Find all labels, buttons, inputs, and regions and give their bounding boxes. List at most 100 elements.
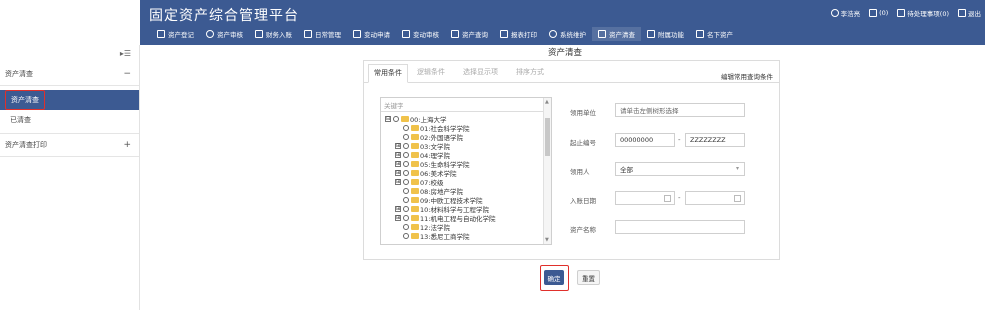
- scroll-down-icon[interactable]: ▼: [545, 237, 549, 243]
- home-icon: [598, 30, 606, 38]
- todo-icon: [897, 9, 906, 17]
- confirm-button[interactable]: 确定: [544, 270, 564, 285]
- tab-common[interactable]: 常用条件: [368, 64, 408, 83]
- folder-icon: [411, 133, 419, 140]
- divider: [0, 156, 139, 157]
- collapse-icon[interactable]: ▸☰: [120, 49, 131, 58]
- tree-expand-icon: [395, 134, 401, 140]
- nav-maintain[interactable]: 系统维护: [543, 27, 592, 41]
- tree-expand-icon[interactable]: ⊞: [395, 178, 401, 185]
- folder-icon: [411, 187, 419, 194]
- sidebar-group-inventory-print[interactable]: 资产清查打印 +: [0, 135, 139, 155]
- code-to-input[interactable]: ZZZZZZZZ: [685, 133, 745, 147]
- folder-icon: [411, 169, 419, 176]
- nav-change-apply[interactable]: 变动申请: [347, 27, 396, 41]
- tree-expand-icon[interactable]: ⊟: [385, 115, 391, 122]
- tree-node[interactable]: 13:悉尼工商学院: [395, 231, 469, 241]
- calendar-icon[interactable]: [664, 195, 671, 202]
- name-label: 资产名称: [570, 226, 596, 234]
- tree-expand-icon[interactable]: ⊞: [395, 214, 401, 221]
- scroll-up-icon[interactable]: ▲: [545, 99, 549, 105]
- code-separator: -: [678, 136, 681, 144]
- asset-name-input[interactable]: [615, 220, 745, 234]
- sidebar-item-inventory[interactable]: 资产清查: [0, 90, 139, 110]
- page-title: 资产清查: [548, 48, 583, 58]
- tree-expand-icon[interactable]: ⊞: [395, 169, 401, 176]
- sidebar-item-checked[interactable]: 已清查: [0, 110, 139, 130]
- query-panel: 常用条件 逻辑条件 选择显示项 排序方式 编辑常用查询条件 关键字 ⊟ 00:上海…: [363, 60, 780, 260]
- nav-inventory[interactable]: 资产清查: [592, 27, 641, 41]
- date-to-input[interactable]: [685, 191, 745, 205]
- nav-register[interactable]: 资产登记: [151, 27, 200, 41]
- radio-icon[interactable]: [403, 187, 409, 194]
- nav-finance[interactable]: 财务入账: [249, 27, 298, 41]
- edit-common-conditions-link[interactable]: 编辑常用查询条件: [721, 71, 773, 81]
- radio-icon[interactable]: [393, 115, 399, 122]
- radio-icon[interactable]: [403, 214, 409, 221]
- user-icon: [830, 9, 839, 17]
- tree-search-input[interactable]: 关键字: [381, 98, 551, 112]
- chevron-down-icon: ▾: [735, 165, 739, 172]
- nav-daily[interactable]: 日常管理: [298, 27, 347, 41]
- scroll-thumb[interactable]: [545, 118, 550, 156]
- nav-extra[interactable]: 附属功能: [641, 27, 690, 41]
- tree-expand-icon[interactable]: ⊞: [395, 142, 401, 149]
- reset-button[interactable]: 重置: [577, 270, 600, 285]
- tree-scrollbar[interactable]: ▲ ▼: [543, 98, 551, 244]
- user-label: 领用人: [570, 168, 590, 176]
- dept-input[interactable]: 请单击左侧树形选择: [615, 103, 745, 117]
- radio-icon[interactable]: [403, 133, 409, 140]
- folder-icon: [401, 115, 409, 122]
- confirm-highlight: 确定: [540, 265, 569, 291]
- nav-my-assets[interactable]: 名下资产: [690, 27, 739, 41]
- folder-icon: [411, 196, 419, 203]
- top-header: 固定资产综合管理平台 李浩亮 (0) 待处理事项(0) 退出 资产登记 资产审核…: [0, 0, 985, 45]
- date-label: 入账日期: [570, 197, 596, 205]
- folder-icon: [411, 223, 419, 230]
- nav-change-audit[interactable]: 变动审核: [396, 27, 445, 41]
- radio-icon[interactable]: [403, 178, 409, 185]
- tree-expand-icon[interactable]: ⊞: [395, 151, 401, 158]
- folder-icon: [411, 151, 419, 158]
- tree-expand-icon[interactable]: ⊞: [395, 205, 401, 212]
- expand-sign-icon: +: [123, 140, 131, 150]
- radio-icon[interactable]: [403, 142, 409, 149]
- radio-icon[interactable]: [403, 124, 409, 131]
- tab-display[interactable]: 选择显示项: [463, 67, 498, 77]
- top-right-toolbar: 李浩亮 (0) 待处理事项(0) 退出: [830, 8, 981, 18]
- nav-print[interactable]: 报表打印: [494, 27, 543, 41]
- code-from-input[interactable]: 00000000: [615, 133, 675, 147]
- nav-query[interactable]: 资产查询: [445, 27, 494, 41]
- logout-link[interactable]: 退出: [958, 8, 981, 18]
- folder-icon: [411, 214, 419, 221]
- mail-icon: [869, 9, 878, 17]
- print-icon: [500, 30, 508, 38]
- mail-link[interactable]: (0): [869, 9, 888, 17]
- tab-sort[interactable]: 排序方式: [516, 67, 544, 77]
- condition-tabs: 常用条件 逻辑条件 选择显示项 排序方式 编辑常用查询条件: [364, 61, 779, 83]
- query-icon: [451, 30, 459, 38]
- divider: [0, 85, 139, 86]
- user-select[interactable]: 全部 ▾: [615, 162, 745, 176]
- divider: [0, 133, 139, 134]
- date-from-input[interactable]: [615, 191, 675, 205]
- main-nav: 资产登记 资产审核 财务入账 日常管理 变动申请 变动审核 资产查询 报表打印 …: [151, 27, 739, 41]
- calendar-icon[interactable]: [734, 195, 741, 202]
- app-title: 固定资产综合管理平台: [149, 8, 299, 24]
- tab-logic[interactable]: 逻辑条件: [417, 67, 445, 77]
- radio-icon[interactable]: [403, 169, 409, 176]
- radio-icon[interactable]: [403, 223, 409, 230]
- radio-icon[interactable]: [403, 196, 409, 203]
- radio-icon[interactable]: [403, 160, 409, 167]
- sidebar-group-inventory[interactable]: 资产清查 −: [0, 64, 139, 84]
- tree-expand-icon: [395, 125, 401, 131]
- nav-audit[interactable]: 资产审核: [200, 27, 249, 41]
- radio-icon[interactable]: [403, 232, 409, 239]
- radio-icon[interactable]: [403, 151, 409, 158]
- radio-icon[interactable]: [403, 205, 409, 212]
- user-link[interactable]: 李浩亮: [830, 8, 860, 18]
- tree-expand-icon[interactable]: ⊞: [395, 160, 401, 167]
- date-separator: -: [678, 194, 681, 202]
- collapse-sign-icon: −: [123, 69, 131, 79]
- todo-link[interactable]: 待处理事项(0): [897, 8, 949, 18]
